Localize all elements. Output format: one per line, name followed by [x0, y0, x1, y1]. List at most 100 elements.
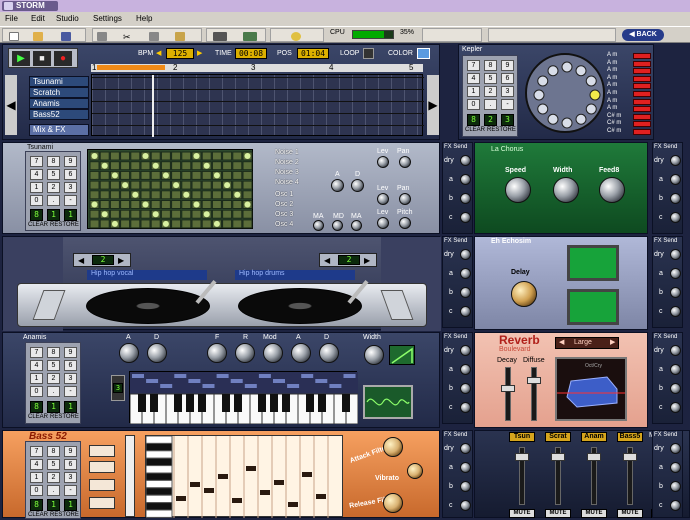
pad-key[interactable]: 2 — [484, 86, 497, 97]
drum-step[interactable] — [99, 190, 110, 200]
fx-send-knob-c[interactable] — [460, 306, 471, 317]
roll-note[interactable] — [218, 474, 228, 479]
counter-left-down-icon[interactable]: ◀ — [78, 256, 84, 265]
fx-send-knob-a[interactable] — [670, 174, 681, 185]
drum-step[interactable] — [150, 151, 161, 161]
pattern-step[interactable] — [329, 384, 342, 388]
chord-toggle[interactable] — [633, 75, 651, 82]
roll-key[interactable] — [145, 472, 173, 481]
roll-note[interactable] — [316, 494, 326, 499]
osc-label[interactable]: Osc 3 — [275, 211, 293, 218]
drum-step[interactable] — [160, 209, 171, 219]
release-filter-knob[interactable] — [383, 493, 403, 513]
roll-note[interactable] — [232, 498, 242, 503]
drum-step[interactable] — [160, 180, 171, 190]
drum-step[interactable] — [211, 200, 222, 209]
pad-key[interactable]: 8 — [47, 446, 60, 457]
menu-help[interactable]: Help — [136, 12, 152, 26]
step-node[interactable] — [561, 61, 573, 73]
drum-step[interactable] — [171, 219, 182, 229]
new-file-icon[interactable] — [9, 32, 19, 41]
black-key[interactable] — [270, 394, 278, 412]
bass-pitch-slider[interactable] — [125, 435, 135, 517]
drum-step[interactable] — [181, 151, 192, 161]
chord-toggle[interactable] — [633, 68, 651, 75]
roll-key[interactable] — [145, 435, 173, 444]
fx-send-knob-a[interactable] — [670, 364, 681, 375]
drum-step[interactable] — [171, 209, 182, 219]
drum-step[interactable] — [99, 200, 110, 209]
drum-step[interactable] — [242, 190, 253, 200]
scroll-left-button[interactable]: ◀ — [5, 75, 17, 135]
pattern-step[interactable] — [343, 374, 356, 378]
waveform-select[interactable] — [389, 345, 415, 365]
anamis-resonance-knob[interactable] — [235, 343, 255, 363]
roll-key[interactable] — [145, 494, 173, 504]
fx-send-knob-dry[interactable] — [460, 345, 471, 356]
copy-icon[interactable] — [97, 32, 107, 41]
pattern-step[interactable] — [230, 379, 243, 383]
roll-note[interactable] — [288, 502, 298, 507]
drum-step[interactable] — [201, 200, 212, 209]
drum-step[interactable] — [89, 161, 100, 171]
drum-step[interactable] — [150, 200, 161, 209]
chorus-speed-knob[interactable] — [505, 177, 531, 203]
black-key[interactable] — [282, 394, 290, 412]
mute-button[interactable]: MUTE — [581, 509, 607, 518]
drum-step[interactable] — [171, 170, 182, 180]
decay-knob[interactable] — [351, 179, 364, 192]
drum-step[interactable] — [160, 200, 171, 209]
drum-step[interactable] — [140, 180, 151, 190]
save-disk-icon[interactable] — [61, 32, 71, 41]
anamis-mod-decay-knob[interactable] — [319, 343, 339, 363]
help-icon[interactable] — [291, 32, 301, 41]
drum-step[interactable] — [109, 180, 120, 190]
drum-step[interactable] — [181, 170, 192, 180]
drum-step[interactable] — [232, 209, 243, 219]
drum-step[interactable] — [140, 219, 151, 229]
fx-send-knob-dry[interactable] — [460, 249, 471, 260]
drum-step[interactable] — [222, 200, 233, 209]
pad-key[interactable]: 0 — [467, 99, 480, 110]
open-folder-icon[interactable] — [33, 32, 43, 41]
clear-button[interactable]: CLEAR — [28, 222, 48, 228]
drum-step[interactable] — [222, 219, 233, 229]
pad-key[interactable]: 0 — [30, 386, 43, 397]
drum-step[interactable] — [171, 151, 182, 161]
chord-toggle[interactable] — [633, 98, 651, 105]
pad-key[interactable]: 5 — [47, 169, 60, 180]
mixer-fader[interactable] — [551, 453, 565, 461]
pad-key[interactable]: 9 — [64, 347, 77, 358]
diffuse-fader[interactable] — [527, 377, 541, 384]
pad-key[interactable]: 6 — [64, 360, 77, 371]
drum-step[interactable] — [211, 161, 222, 171]
pattern-step[interactable] — [287, 384, 300, 388]
left-record[interactable] — [86, 288, 210, 324]
pattern-step[interactable] — [273, 379, 285, 383]
roll-note[interactable] — [190, 482, 200, 487]
roll-key[interactable] — [145, 479, 173, 489]
drum-step[interactable] — [232, 219, 243, 229]
deck-left-sample[interactable]: Hip hop vocal — [87, 270, 207, 280]
roll-key[interactable] — [145, 465, 173, 474]
restore-button[interactable]: RESTORE — [50, 512, 79, 518]
pattern-step[interactable] — [244, 384, 257, 388]
drum-step[interactable] — [160, 190, 171, 200]
drum-step[interactable] — [211, 209, 222, 219]
drum-step[interactable] — [232, 180, 243, 190]
drum-step[interactable] — [201, 151, 212, 161]
chord-toggle[interactable] — [633, 121, 651, 128]
pad-key[interactable]: - — [64, 195, 77, 206]
drum-step[interactable] — [140, 209, 151, 219]
black-key[interactable] — [174, 394, 182, 412]
pattern-step[interactable] — [301, 374, 314, 378]
deck-right-sample[interactable]: Hip hop drums — [235, 270, 355, 280]
black-key[interactable] — [222, 394, 230, 412]
menu-studio[interactable]: Studio — [56, 12, 79, 26]
restore-button[interactable]: RESTORE — [50, 222, 79, 228]
decay-fader[interactable] — [501, 385, 515, 392]
anamis-decay-knob[interactable] — [147, 343, 167, 363]
track-name[interactable]: Tsunami — [29, 76, 89, 87]
step-node[interactable] — [561, 117, 573, 129]
attack-filter-knob[interactable] — [383, 437, 403, 457]
